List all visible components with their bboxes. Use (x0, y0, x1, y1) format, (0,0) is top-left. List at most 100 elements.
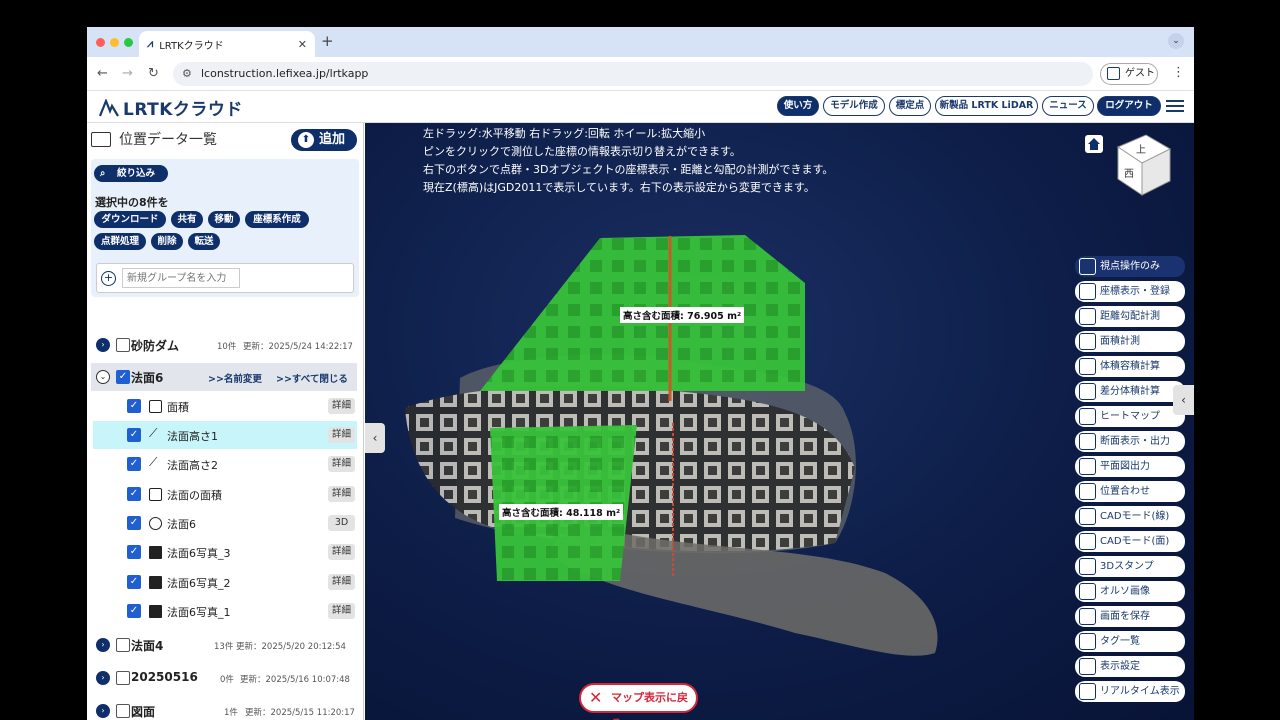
list-item[interactable]: ✓ 面積 詳細 (87, 392, 357, 420)
cad-line-button[interactable]: CADモード(線) (1075, 506, 1185, 527)
section-output-button[interactable]: 断面表示・出力 (1075, 431, 1185, 452)
browser-menu-icon[interactable]: ⋮ (1172, 65, 1185, 80)
item-checkbox[interactable]: ✓ (127, 604, 141, 618)
list-item[interactable]: ✓ 法面6写真_1 詳細 (87, 597, 357, 625)
3d-view-button[interactable]: 3D (328, 515, 355, 531)
logout-button[interactable]: ログアウト (1097, 96, 1161, 116)
move-button[interactable]: 移動 (208, 211, 240, 228)
close-all-link[interactable]: >>すべて閉じる (276, 371, 348, 385)
detail-button[interactable]: 詳細 (328, 456, 355, 472)
realtime-view-button[interactable]: リアルタイム表示 (1075, 681, 1185, 702)
share-button[interactable]: 共有 (171, 211, 203, 228)
back-to-map-button[interactable]: ✕ マップ表示に戻る (579, 683, 698, 720)
item-checkbox[interactable]: ✓ (127, 575, 141, 589)
detail-button[interactable]: 詳細 (328, 574, 355, 590)
delete-button[interactable]: 削除 (151, 233, 183, 250)
new-tab-button[interactable]: + (321, 32, 334, 50)
new-group-input[interactable] (122, 268, 240, 288)
minimize-window-button[interactable] (110, 38, 119, 47)
maximize-window-button[interactable] (124, 38, 133, 47)
tab-search-icon[interactable]: ⌄ (1168, 33, 1184, 49)
forward-arrow-icon[interactable]: → (122, 66, 133, 81)
diff-volume-button[interactable]: 差分体積計算 (1075, 381, 1185, 402)
collapse-sidebar-button[interactable]: ‹ (365, 423, 385, 453)
group-row-zumen[interactable]: › 図面 1件 更新：2025/5/15 11:20:17 (87, 697, 357, 720)
url-field[interactable]: ⚙ lconstruction.lefixea.jp/lrtkapp (173, 62, 1093, 86)
close-window-button[interactable] (96, 38, 105, 47)
cube-top-label[interactable]: 上 (1136, 144, 1146, 156)
reload-icon[interactable]: ↻ (148, 66, 159, 81)
item-checkbox[interactable]: ✓ (127, 399, 141, 413)
alignment-button[interactable]: 位置合わせ (1075, 481, 1185, 502)
group-row-20250516[interactable]: › 20250516 0件 更新：2025/5/16 10:07:48 (87, 664, 357, 692)
group-row-houmen6[interactable]: ⌄ ✓ 法面6 >>名前変更 >>すべて閉じる (91, 363, 357, 391)
pointcloud-scene[interactable] (365, 123, 1194, 720)
create-coord-system-button[interactable]: 座標系作成 (245, 211, 309, 228)
item-checkbox[interactable]: ✓ (127, 428, 141, 442)
browser-tab[interactable]: ⩘ LRTKクラウド ✕ (139, 31, 315, 57)
pointcloud-process-button[interactable]: 点群処理 (94, 233, 146, 250)
3d-stamp-button[interactable]: 3Dスタンプ (1075, 556, 1185, 577)
group-checkbox[interactable] (116, 638, 130, 652)
chevron-down-icon[interactable]: ⌄ (96, 370, 110, 384)
item-checkbox[interactable]: ✓ (127, 545, 141, 559)
group-checkbox[interactable] (116, 671, 130, 685)
cube-west-label[interactable]: 西 (1124, 169, 1134, 180)
item-checkbox[interactable]: ✓ (127, 457, 141, 471)
distance-slope-button[interactable]: 距離勾配計測 (1075, 306, 1185, 327)
ortho-image-button[interactable]: オルソ画像 (1075, 581, 1185, 602)
list-item[interactable]: ✓ ⟋ 法面高さ2 詳細 (87, 450, 357, 478)
chevron-right-icon[interactable]: › (96, 338, 110, 352)
collapse-toolbar-button[interactable]: ‹ (1173, 385, 1194, 415)
group-row-sabo[interactable]: › 砂防ダム 10件 更新：2025/5/24 14:22:17 (87, 331, 357, 359)
profile-button[interactable]: ゲスト (1100, 63, 1158, 85)
detail-button[interactable]: 詳細 (328, 603, 355, 619)
group-checkbox[interactable]: ✓ (116, 370, 130, 384)
detail-button[interactable]: 詳細 (328, 398, 355, 414)
3d-viewer[interactable]: 左ドラッグ:水平移動 右ドラッグ:回転 ホイール:拡大縮小 ピンをクリックで測位… (365, 123, 1194, 720)
site-info-icon[interactable]: ⚙ (182, 62, 192, 86)
tag-list-button[interactable]: タグ一覧 (1075, 631, 1185, 652)
list-item[interactable]: ✓ 法面6写真_2 詳細 (87, 568, 357, 596)
volume-calc-button[interactable]: 体積容積計算 (1075, 356, 1185, 377)
home-view-button[interactable] (1085, 135, 1103, 153)
list-item[interactable]: ✓ 法面の面積 詳細 (87, 480, 357, 508)
control-point-button[interactable]: 標定点 (889, 96, 931, 116)
rename-link[interactable]: >>名前変更 (208, 371, 262, 385)
model-create-button[interactable]: モデル作成 (823, 96, 885, 116)
download-button[interactable]: ダウンロード (94, 211, 166, 228)
app-logo[interactable]: LRTKクラウド (99, 95, 243, 120)
tab-close-icon[interactable]: ✕ (298, 38, 307, 51)
cad-surface-button[interactable]: CADモード(面) (1075, 531, 1185, 552)
news-button[interactable]: ニュース (1042, 96, 1094, 116)
view-cube[interactable]: 上 西 (1112, 129, 1176, 199)
coordinate-register-button[interactable]: 座標表示・登録 (1075, 281, 1185, 302)
howto-button[interactable]: 使い方 (777, 96, 819, 116)
list-item[interactable]: ✓ 法面6 3D (87, 509, 357, 537)
chevron-right-icon[interactable]: › (96, 671, 110, 685)
hamburger-menu-icon[interactable] (1166, 97, 1184, 115)
new-product-button[interactable]: 新製品 LRTK LiDAR (935, 96, 1038, 116)
area-measure-button[interactable]: 面積計測 (1075, 331, 1185, 352)
chevron-right-icon[interactable]: › (96, 704, 110, 718)
heatmap-button[interactable]: ヒートマップ (1075, 406, 1185, 427)
group-checkbox[interactable] (116, 338, 130, 352)
group-row-houmen4[interactable]: › 法面4 13件 更新：2025/5/20 20:12:54 (87, 631, 357, 659)
chevron-right-icon[interactable]: › (96, 638, 110, 652)
group-checkbox[interactable] (116, 704, 130, 718)
detail-button[interactable]: 詳細 (328, 544, 355, 560)
add-group-icon[interactable]: + (101, 271, 116, 286)
filter-button[interactable]: ⌕ 絞り込み (94, 165, 168, 182)
save-screen-button[interactable]: 画面を保存 (1075, 606, 1185, 627)
display-settings-button[interactable]: 表示設定 (1075, 656, 1185, 677)
transfer-button[interactable]: 転送 (188, 233, 220, 250)
detail-button[interactable]: 詳細 (328, 486, 355, 502)
add-button[interactable]: ⬆ 追加 (291, 129, 357, 151)
view-only-button[interactable]: 視点操作のみ (1075, 256, 1185, 277)
list-item[interactable]: ✓ ⟋ 法面高さ1 詳細 (93, 421, 357, 449)
plan-output-button[interactable]: 平面図出力 (1075, 456, 1185, 477)
detail-button[interactable]: 詳細 (328, 427, 355, 443)
list-item[interactable]: ✓ 法面6写真_3 詳細 (87, 538, 357, 566)
back-arrow-icon[interactable]: ← (97, 66, 108, 81)
item-checkbox[interactable]: ✓ (127, 487, 141, 501)
